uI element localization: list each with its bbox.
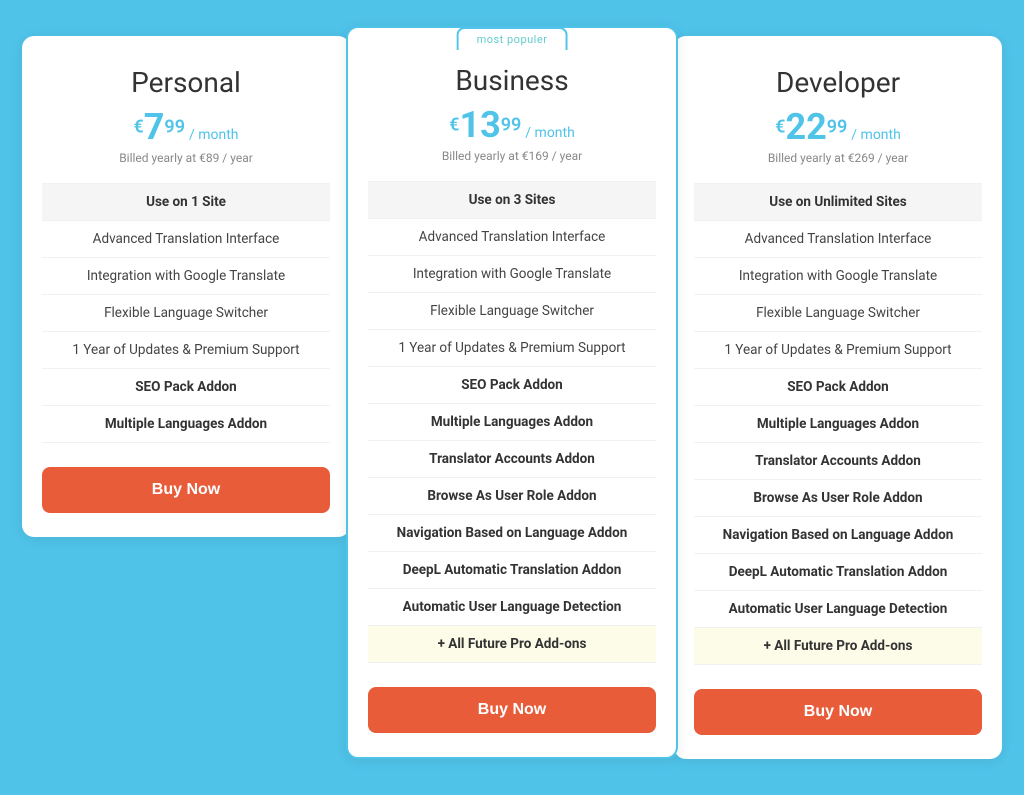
feature-item-developer-8: Browse As User Role Addon [694, 480, 982, 517]
feature-item-developer-1: Advanced Translation Interface [694, 221, 982, 258]
price-period-developer: / month [851, 127, 901, 143]
price-currency-developer: € [775, 117, 785, 138]
feature-item-developer-10: DeepL Automatic Translation Addon [694, 554, 982, 591]
features-list-personal: Use on 1 SiteAdvanced Translation Interf… [42, 183, 330, 443]
feature-item-developer-6: Multiple Languages Addon [694, 406, 982, 443]
buy-button-developer[interactable]: Buy Now [694, 689, 982, 735]
features-list-business: Use on 3 SitesAdvanced Translation Inter… [368, 181, 656, 663]
feature-item-business-1: Advanced Translation Interface [368, 219, 656, 256]
billed-yearly-business: Billed yearly at €169 / year [368, 149, 656, 163]
feature-item-developer-3: Flexible Language Switcher [694, 295, 982, 332]
feature-item-personal-6: Multiple Languages Addon [42, 406, 330, 443]
feature-item-business-3: Flexible Language Switcher [368, 293, 656, 330]
feature-item-developer-5: SEO Pack Addon [694, 369, 982, 406]
price-main-developer: 22 [785, 106, 826, 148]
billed-yearly-personal: Billed yearly at €89 / year [42, 151, 330, 165]
plan-name-personal: Personal [42, 66, 330, 99]
feature-item-business-9: Navigation Based on Language Addon [368, 515, 656, 552]
feature-item-personal-1: Advanced Translation Interface [42, 221, 330, 258]
price-currency-business: € [449, 115, 459, 136]
feature-item-business-10: DeepL Automatic Translation Addon [368, 552, 656, 589]
price-period-personal: / month [189, 127, 239, 143]
buy-button-personal[interactable]: Buy Now [42, 467, 330, 513]
feature-item-personal-0: Use on 1 Site [42, 183, 330, 221]
plan-name-business: Business [368, 64, 656, 97]
plan-price-developer: €2299 / month [694, 109, 982, 145]
feature-item-personal-3: Flexible Language Switcher [42, 295, 330, 332]
feature-item-personal-2: Integration with Google Translate [42, 258, 330, 295]
plan-card-personal: Personal €799 / month Billed yearly at €… [22, 36, 350, 537]
pricing-container: Personal €799 / month Billed yearly at €… [22, 36, 1002, 759]
feature-item-business-12: + All Future Pro Add-ons [368, 626, 656, 663]
feature-item-developer-4: 1 Year of Updates & Premium Support [694, 332, 982, 369]
feature-item-business-8: Browse As User Role Addon [368, 478, 656, 515]
plan-name-developer: Developer [694, 66, 982, 99]
feature-item-business-5: SEO Pack Addon [368, 367, 656, 404]
feature-item-developer-11: Automatic User Language Detection [694, 591, 982, 628]
price-currency-personal: € [133, 117, 143, 138]
plan-card-developer: Developer €2299 / month Billed yearly at… [674, 36, 1002, 759]
buy-button-business[interactable]: Buy Now [368, 687, 656, 733]
feature-item-business-0: Use on 3 Sites [368, 181, 656, 219]
feature-item-business-6: Multiple Languages Addon [368, 404, 656, 441]
feature-item-developer-2: Integration with Google Translate [694, 258, 982, 295]
feature-item-developer-9: Navigation Based on Language Addon [694, 517, 982, 554]
price-period-business: / month [525, 125, 575, 141]
feature-item-developer-7: Translator Accounts Addon [694, 443, 982, 480]
most-popular-badge: most populer [457, 27, 568, 50]
price-main-business: 13 [459, 104, 500, 146]
feature-item-business-7: Translator Accounts Addon [368, 441, 656, 478]
feature-item-business-4: 1 Year of Updates & Premium Support [368, 330, 656, 367]
feature-item-business-2: Integration with Google Translate [368, 256, 656, 293]
plan-card-business: most populer Business €1399 / month Bill… [346, 26, 678, 759]
price-main-personal: 7 [144, 106, 165, 148]
price-decimal-personal: 99 [164, 117, 185, 138]
price-decimal-developer: 99 [827, 117, 848, 138]
features-list-developer: Use on Unlimited SitesAdvanced Translati… [694, 183, 982, 665]
feature-item-personal-5: SEO Pack Addon [42, 369, 330, 406]
plan-price-personal: €799 / month [42, 109, 330, 145]
price-decimal-business: 99 [501, 115, 522, 136]
feature-item-business-11: Automatic User Language Detection [368, 589, 656, 626]
plan-price-business: €1399 / month [368, 107, 656, 143]
billed-yearly-developer: Billed yearly at €269 / year [694, 151, 982, 165]
feature-item-personal-4: 1 Year of Updates & Premium Support [42, 332, 330, 369]
feature-item-developer-12: + All Future Pro Add-ons [694, 628, 982, 665]
feature-item-developer-0: Use on Unlimited Sites [694, 183, 982, 221]
